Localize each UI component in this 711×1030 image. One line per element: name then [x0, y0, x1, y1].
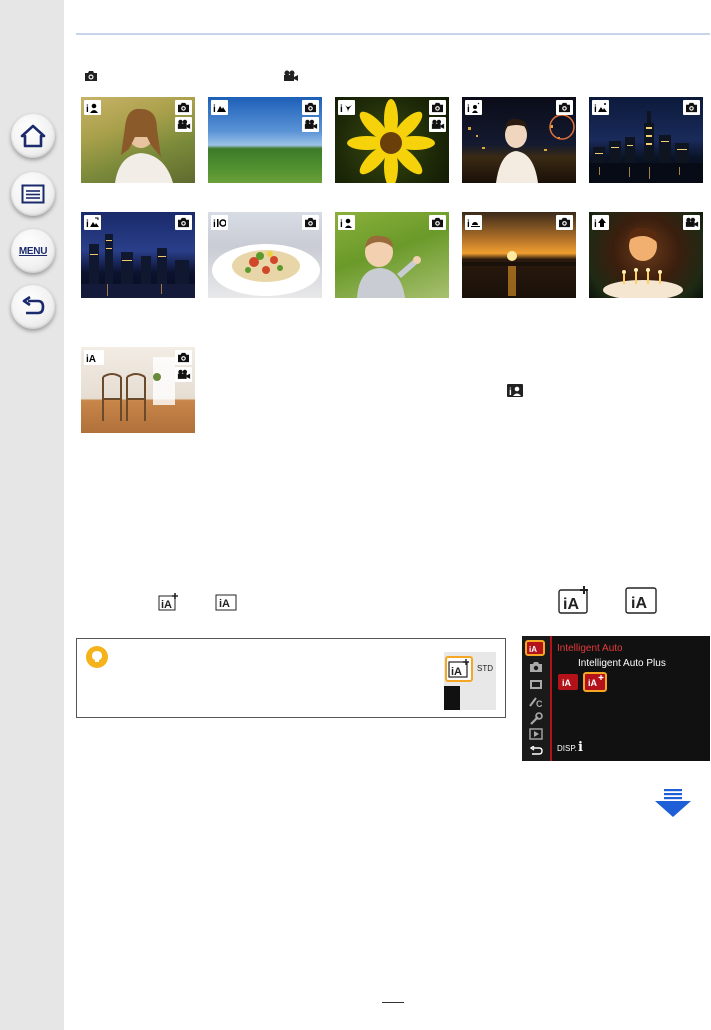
scene-thumbnail-i-handheld-night-shot: i [81, 212, 195, 298]
home-icon [20, 124, 46, 148]
scene-thumbnail-i-baby: i [335, 212, 449, 298]
i-macro-icon: i [338, 100, 355, 115]
custom-tab-icon: C [529, 697, 543, 708]
intelligent-auto-plus-large-icon: iA [558, 586, 588, 614]
scene-thumbnail-i-food: i [208, 212, 322, 298]
svg-text:i: i [86, 219, 89, 228]
svg-text:i: i [86, 104, 89, 113]
playback-tab-icon [529, 728, 543, 740]
intelligent-auto-tab-icon: iA [525, 640, 545, 656]
camera-badge-icon [429, 100, 446, 115]
svg-text:iA: iA [588, 678, 598, 688]
svg-text:i: i [594, 104, 597, 113]
camera-badge-icon [302, 100, 319, 115]
scene-thumbnail-i-macro: i [335, 97, 449, 183]
camera-badge-icon [429, 215, 446, 230]
i-night-scenery-icon: i [592, 100, 609, 115]
intelligent-auto-icon: iA [215, 594, 237, 611]
camera-badge-icon [175, 350, 192, 365]
svg-text:iA: iA [562, 678, 572, 688]
scene-thumbnail-i-sunset: i [462, 212, 576, 298]
intelligent-auto-plus-option-icon: iA [583, 672, 607, 692]
i-baby-icon: i [338, 215, 355, 230]
intelligent-auto-icon: iA [84, 350, 104, 365]
i-scenery-icon: i [211, 100, 228, 115]
tip-std-badge: STD [477, 664, 493, 673]
camera-badge-icon [175, 100, 192, 115]
i-food-icon: i [211, 215, 228, 230]
i-portrait-icon: i [84, 100, 101, 115]
scene-thumbnail-i-night-portrait: i [462, 97, 576, 183]
scene-thumbnail-i-portrait: i [81, 97, 195, 183]
info-icon: i [578, 740, 583, 755]
tip-box [76, 638, 506, 718]
intelligent-auto-large-icon: iA [625, 587, 657, 614]
navigation-rail: MENU [0, 0, 64, 1030]
movie-camera-icon [284, 70, 298, 81]
back-button[interactable] [11, 285, 55, 329]
header-rule [76, 33, 710, 35]
svg-text:iA: iA [219, 598, 230, 610]
camera-menu-option: Intelligent Auto Plus [578, 658, 666, 669]
i-handheld-night-icon: i [84, 215, 101, 230]
home-button[interactable] [11, 114, 55, 158]
svg-text:iA: iA [86, 354, 96, 363]
disp-label: DISP. [557, 744, 577, 753]
list-icon [21, 184, 45, 204]
svg-text:i: i [213, 219, 216, 228]
svg-text:i: i [340, 104, 343, 113]
camera-icon [85, 71, 97, 81]
svg-text:i: i [509, 387, 512, 397]
scene-thumbnail-intelligent-auto: iA [81, 347, 195, 433]
i-night-portrait-icon: i [465, 100, 482, 115]
rec-tab-icon [530, 662, 542, 672]
i-low-light-icon: i [592, 215, 609, 230]
i-baby-icon: i [507, 384, 523, 397]
lightbulb-icon [86, 646, 108, 668]
camera-badge-icon [683, 100, 700, 115]
svg-text:i: i [467, 104, 470, 113]
svg-text:iA: iA [563, 596, 579, 613]
camera-badge-icon [556, 100, 573, 115]
movie-badge-icon [429, 117, 446, 132]
intelligent-auto-option-icon: iA [558, 674, 578, 690]
camera-badge-icon [302, 215, 319, 230]
scene-thumbnail-i-low-light: i [589, 212, 703, 298]
movie-badge-icon [175, 367, 192, 382]
movie-badge-icon [683, 215, 700, 230]
svg-text:iA: iA [529, 645, 537, 654]
movie-badge-icon [175, 117, 192, 132]
i-sunset-icon: i [465, 215, 482, 230]
tip-screen-thumbnail: iA STD [444, 652, 496, 710]
camera-menu-title: Intelligent Auto [557, 643, 623, 654]
menu-button[interactable]: MENU [11, 229, 55, 273]
svg-text:i: i [467, 219, 470, 228]
scene-thumbnail-i-scenery: i [208, 97, 322, 183]
camera-menu-sidebar: iA C [522, 636, 552, 761]
svg-text:iA: iA [451, 666, 462, 678]
back-arrow-icon [22, 296, 45, 315]
camera-menu-screenshot: iA C Intelligent Auto Intelligent Auto P… [522, 636, 710, 761]
scene-thumbnail-i-night-scenery: i [589, 97, 703, 183]
camera-badge-icon [175, 215, 192, 230]
contents-button[interactable] [11, 172, 55, 216]
intelligent-auto-plus-icon: iA [158, 593, 178, 611]
next-page-arrow-icon[interactable] [655, 789, 691, 817]
intelligent-auto-plus-selected-icon: iA [445, 656, 473, 682]
svg-text:i: i [213, 104, 216, 113]
menu-icon: MENU [18, 245, 48, 257]
svg-text:i: i [340, 219, 343, 228]
motion-picture-tab-icon [530, 680, 542, 689]
return-icon [529, 746, 543, 755]
camera-badge-icon [556, 215, 573, 230]
svg-text:iA: iA [631, 595, 647, 612]
setup-tab-icon [530, 712, 543, 725]
svg-text:i: i [594, 219, 597, 228]
page-number-rule [382, 1002, 404, 1003]
svg-text:C: C [536, 699, 543, 708]
svg-text:iA: iA [161, 599, 172, 611]
movie-badge-icon [302, 117, 319, 132]
